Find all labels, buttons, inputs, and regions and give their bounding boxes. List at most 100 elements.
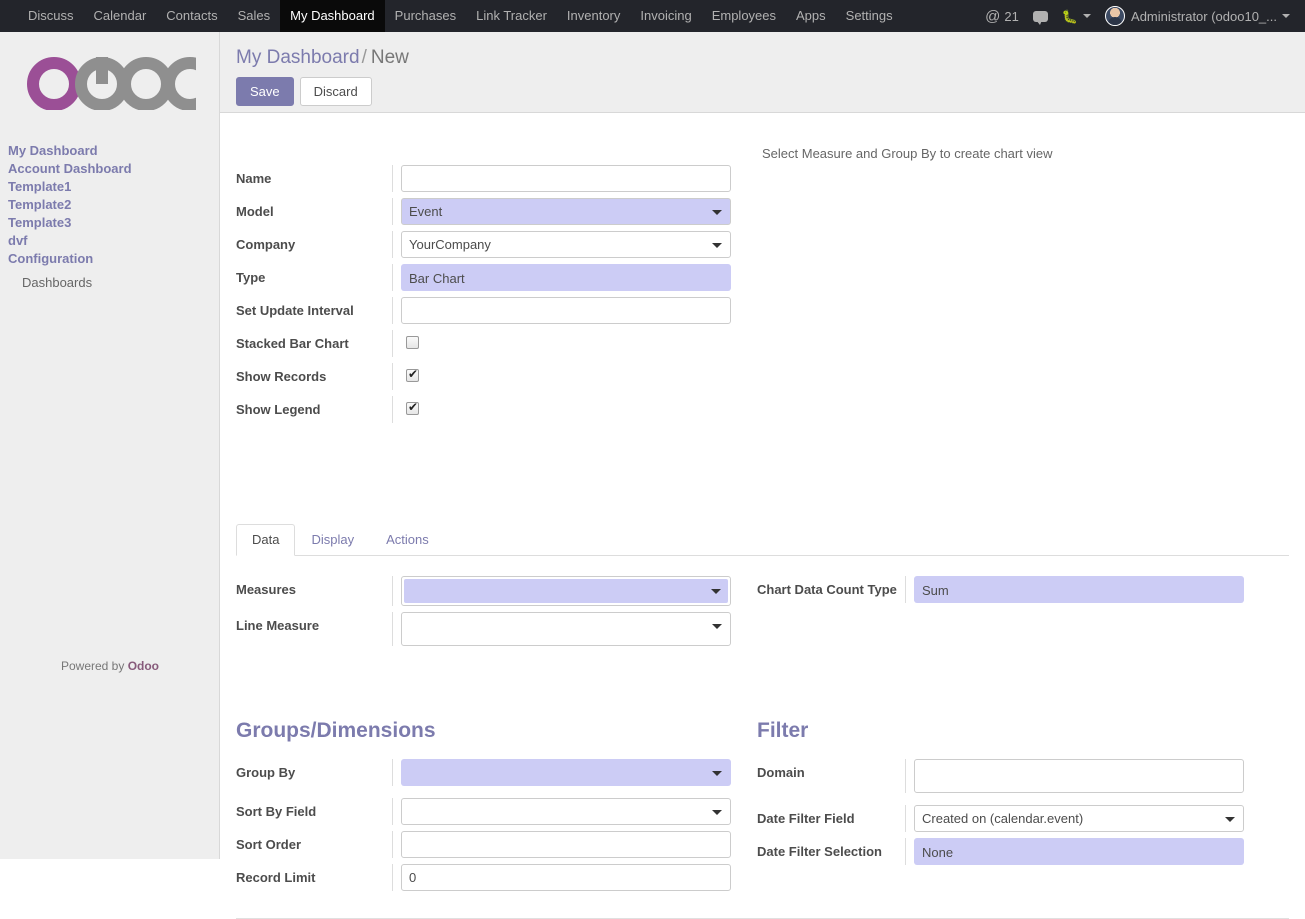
sort-by-field-value-cell bbox=[392, 798, 742, 825]
menu-item-purchases[interactable]: Purchases bbox=[385, 0, 466, 32]
menu-item-calendar[interactable]: Calendar bbox=[84, 0, 157, 32]
stacked-bar-value-cell bbox=[392, 330, 742, 357]
menu-item-discuss[interactable]: Discuss bbox=[18, 0, 84, 32]
date-filter-field-select[interactable] bbox=[914, 805, 1244, 832]
field-row-chart-data-count-type: Chart Data Count Type Sum bbox=[757, 576, 1277, 603]
menu-item-employees[interactable]: Employees bbox=[702, 0, 786, 32]
menu-item-link-tracker[interactable]: Link Tracker bbox=[466, 0, 557, 32]
group-by-label: Group By bbox=[236, 765, 296, 780]
date-filter-selection-label: Date Filter Selection bbox=[757, 844, 882, 859]
field-row-show-legend: Show Legend bbox=[236, 396, 742, 423]
sort-by-field-select[interactable] bbox=[401, 798, 731, 825]
update-interval-input[interactable] bbox=[401, 297, 731, 324]
breadcrumb-root[interactable]: My Dashboard bbox=[236, 47, 360, 68]
chevron-down-icon bbox=[1282, 14, 1290, 18]
stacked-bar-checkbox[interactable] bbox=[406, 336, 419, 349]
field-row-sort-by-field: Sort By Field bbox=[236, 798, 742, 825]
breadcrumb-current: New bbox=[370, 47, 409, 68]
domain-value-cell bbox=[905, 759, 1277, 793]
sidebar-nav-list: My Dashboard Account Dashboard Template1… bbox=[0, 142, 219, 292]
date-filter-field-select-wrapper[interactable] bbox=[914, 805, 1244, 832]
chevron-down-icon bbox=[712, 810, 722, 815]
user-menu[interactable]: Administrator (odoo10_... bbox=[1098, 0, 1297, 32]
company-select-wrapper[interactable] bbox=[401, 231, 731, 258]
type-select[interactable]: Bar Chart bbox=[401, 264, 731, 291]
update-interval-label: Set Update Interval bbox=[236, 303, 354, 318]
field-row-date-filter-field: Date Filter Field bbox=[757, 805, 1277, 832]
chevron-down-icon bbox=[1083, 14, 1092, 18]
line-measure-label: Line Measure bbox=[236, 618, 320, 633]
mentions-counter[interactable]: @ 21 bbox=[978, 0, 1026, 32]
field-row-stacked-bar: Stacked Bar Chart bbox=[236, 330, 742, 357]
show-legend-value-cell bbox=[392, 396, 742, 423]
show-legend-label: Show Legend bbox=[236, 402, 321, 417]
sort-order-input[interactable] bbox=[401, 831, 731, 858]
messages-button[interactable] bbox=[1026, 0, 1055, 32]
field-row-domain: Domain bbox=[757, 759, 1277, 793]
sidebar-item-template2[interactable]: Template2 bbox=[8, 196, 219, 214]
menu-item-my-dashboard[interactable]: My Dashboard bbox=[280, 0, 385, 32]
sidebar-item-configuration[interactable]: Configuration bbox=[8, 250, 219, 268]
group-by-select[interactable] bbox=[401, 759, 731, 786]
record-limit-input[interactable] bbox=[401, 864, 731, 891]
sidebar-item-account-dashboard[interactable]: Account Dashboard bbox=[8, 160, 219, 178]
field-row-show-records: Show Records bbox=[236, 363, 742, 390]
sidebar-item-template1[interactable]: Template1 bbox=[8, 178, 219, 196]
sidebar: My Dashboard Account Dashboard Template1… bbox=[0, 32, 220, 859]
tab-data[interactable]: Data bbox=[236, 524, 296, 556]
name-value-cell bbox=[392, 165, 742, 192]
chart-data-count-type-select[interactable]: Sum bbox=[914, 576, 1244, 603]
save-button[interactable]: Save bbox=[236, 77, 294, 106]
sort-by-field-select-wrapper[interactable] bbox=[401, 798, 731, 825]
odoo-logo-mark bbox=[24, 57, 196, 113]
domain-input[interactable] bbox=[914, 759, 1244, 793]
group-by-value-cell bbox=[392, 759, 742, 786]
avatar bbox=[1105, 6, 1126, 26]
company-select[interactable] bbox=[401, 231, 731, 258]
date-filter-selection-value-cell: None bbox=[905, 838, 1277, 865]
measures-select[interactable] bbox=[401, 576, 731, 606]
chevron-down-icon bbox=[712, 771, 722, 776]
discard-button[interactable]: Discard bbox=[299, 77, 372, 106]
date-filter-selection-select[interactable]: None bbox=[914, 838, 1244, 865]
group-by-select-wrapper[interactable] bbox=[401, 759, 731, 786]
menu-item-invoicing[interactable]: Invoicing bbox=[630, 0, 701, 32]
update-interval-value-cell bbox=[392, 297, 742, 324]
powered-by-footer: Powered by Odoo bbox=[0, 659, 220, 673]
show-legend-checkbox[interactable] bbox=[406, 400, 419, 415]
name-label: Name bbox=[236, 171, 272, 186]
chevron-down-icon bbox=[712, 624, 722, 629]
menu-item-inventory[interactable]: Inventory bbox=[557, 0, 630, 32]
sidebar-item-dvf[interactable]: dvf bbox=[8, 232, 219, 250]
model-value-cell bbox=[392, 198, 742, 225]
at-icon: @ bbox=[985, 7, 1001, 25]
model-select[interactable] bbox=[401, 198, 731, 225]
tab-actions[interactable]: Actions bbox=[370, 524, 445, 556]
name-input[interactable] bbox=[401, 165, 731, 192]
show-records-checkbox[interactable] bbox=[406, 367, 419, 382]
menu-item-contacts[interactable]: Contacts bbox=[156, 0, 227, 32]
company-label: Company bbox=[236, 237, 296, 252]
model-select-wrapper[interactable] bbox=[401, 198, 731, 225]
breadcrumb-separator: / bbox=[361, 47, 367, 68]
debug-menu[interactable]: 🐛 bbox=[1055, 0, 1098, 32]
main-form-group: Name Model Company bbox=[236, 165, 742, 429]
menu-item-settings[interactable]: Settings bbox=[836, 0, 903, 32]
type-value-cell: Bar Chart bbox=[392, 264, 742, 291]
speech-bubble-icon bbox=[1032, 10, 1048, 25]
breadcrumb: My Dashboard / New bbox=[236, 46, 1305, 70]
odoo-logo[interactable] bbox=[0, 54, 219, 116]
model-label: Model bbox=[236, 204, 274, 219]
tab-display[interactable]: Display bbox=[295, 524, 370, 556]
field-row-model: Model bbox=[236, 198, 742, 225]
sidebar-item-my-dashboard[interactable]: My Dashboard bbox=[8, 142, 219, 160]
sidebar-item-template3[interactable]: Template3 bbox=[8, 214, 219, 232]
menu-item-apps[interactable]: Apps bbox=[786, 0, 836, 32]
sidebar-item-dashboards[interactable]: Dashboards bbox=[8, 274, 219, 292]
filter-section: Filter Domain Date Filter Field Date Fil… bbox=[757, 718, 1277, 871]
powered-by-brand[interactable]: Odoo bbox=[128, 659, 159, 673]
domain-label: Domain bbox=[757, 765, 805, 780]
line-measure-select[interactable] bbox=[401, 612, 731, 646]
menu-item-sales[interactable]: Sales bbox=[228, 0, 281, 32]
line-measure-select-wrapper[interactable] bbox=[401, 612, 731, 646]
